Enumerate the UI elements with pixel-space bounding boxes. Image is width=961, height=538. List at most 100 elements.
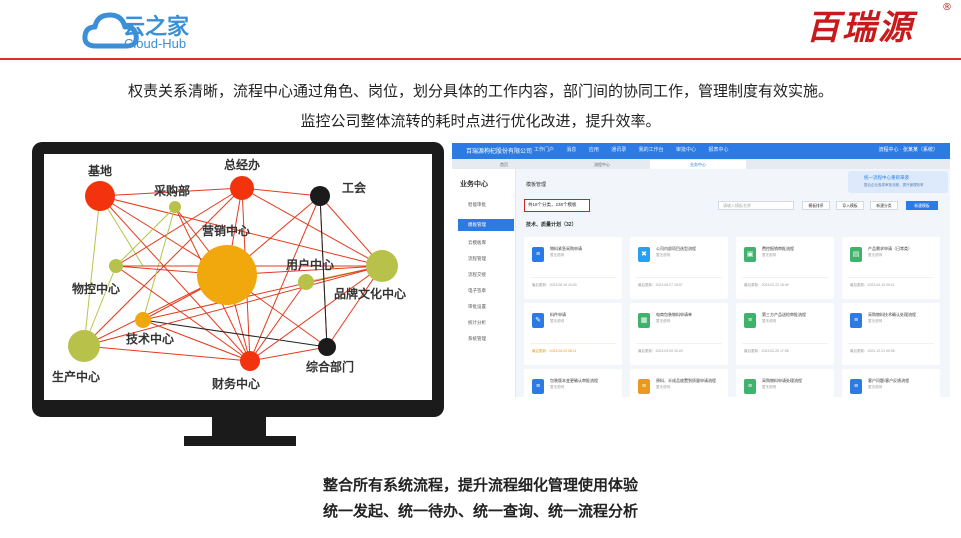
promo-banner[interactable]: 统一流程中心重磅来袭 整合企业各类审批流程，提升管理效率 bbox=[848, 171, 948, 193]
monitor-stand bbox=[212, 417, 266, 437]
sidebar-item-system-management[interactable]: 系统管理 bbox=[458, 333, 514, 345]
label-union: 工会 bbox=[342, 181, 367, 195]
node-tech bbox=[135, 312, 151, 328]
doc-icon: ≡ bbox=[638, 379, 650, 394]
new-category-button[interactable]: 新建分类 bbox=[870, 201, 898, 210]
sidebar-item-smart-approval[interactable]: 智能审批 bbox=[458, 199, 514, 211]
template-card-updated: 最后更新：2023.06.07 15:57 bbox=[638, 283, 683, 287]
template-card-name: 公司内部项目选型流程 bbox=[656, 246, 696, 251]
template-card[interactable]: ✖ 公司内部项目选型流程 暂无说明 最后更新：2023.06.07 15:57 bbox=[630, 237, 728, 299]
top-nav-item[interactable]: 我的工作台 bbox=[639, 147, 664, 153]
doc-icon: ≡ bbox=[850, 379, 862, 394]
card-divider bbox=[848, 277, 934, 278]
top-nav-item[interactable]: 通讯录 bbox=[611, 147, 626, 153]
template-card-description: 暂无说明 bbox=[550, 385, 564, 389]
template-card-name: 电商包装物料申请单 bbox=[656, 312, 692, 317]
app-sidebar: 业务中心 智能审批 模板管理 云模板库 流程管理 流程交接 电子签章 审批设置 … bbox=[452, 169, 516, 397]
template-card-description: 暂无说明 bbox=[762, 253, 776, 257]
department-network-diagram bbox=[68, 176, 398, 371]
intro-line-1: 权责关系清晰，流程中心通过角色、岗位，划分具体的工作内容，部门间的协同工作，管理… bbox=[127, 82, 833, 100]
card-divider bbox=[530, 343, 616, 344]
tab-home[interactable]: 首页 bbox=[482, 160, 526, 169]
template-search-input[interactable]: 请输入模板名称 bbox=[718, 201, 794, 210]
top-nav-item[interactable]: 审批中心 bbox=[676, 147, 696, 153]
template-card-name: 第三方产品送检审批流程 bbox=[762, 312, 806, 317]
template-card[interactable]: ≡ 包装版本变更确认审批流程 暂无说明 bbox=[524, 369, 622, 397]
template-card[interactable]: ≡ 客户问题/客户反馈流程 暂无说明 bbox=[842, 369, 940, 397]
template-card-updated: 最后更新：2021.12.21 09:55 bbox=[850, 349, 895, 353]
summary-line-1: 整合所有系统流程，提升流程细化管理使用体验 bbox=[322, 476, 638, 494]
template-card-description: 暂无说明 bbox=[868, 385, 882, 389]
partner-logo: 百瑞源 bbox=[806, 8, 914, 48]
template-card-description: 暂无说明 bbox=[762, 385, 776, 389]
sidebar-item-process-management[interactable]: 流程管理 bbox=[458, 253, 514, 265]
template-card[interactable]: ≡ 第三方产品送检审批流程 暂无说明 最后更新：2023.02.20 17:05 bbox=[736, 303, 834, 365]
top-nav-item[interactable]: 报表中心 bbox=[708, 147, 728, 153]
sort-templates-button[interactable]: 模板排序 bbox=[802, 201, 830, 210]
briefcase-icon: ▤ bbox=[850, 247, 862, 262]
template-card-name: 物料紧急采购申请 bbox=[550, 246, 582, 251]
sidebar-item-approval-settings[interactable]: 审批设置 bbox=[458, 301, 514, 313]
top-nav-item[interactable]: 工作门户 bbox=[534, 147, 554, 153]
sidebar-item-process-handover[interactable]: 流程交接 bbox=[458, 269, 514, 281]
node-user bbox=[298, 274, 314, 290]
pen-icon: ✎ bbox=[532, 313, 544, 328]
tab-business-center[interactable]: 业务中心 bbox=[650, 160, 746, 169]
label-logistics: 物控中心 bbox=[72, 282, 121, 296]
template-card[interactable]: ≡ 原料、半成品放置到质量申请流程 暂无说明 bbox=[630, 369, 728, 397]
template-card[interactable]: ✎ 料件申请 暂无说明 最近更新：2023.06.20 08:11 bbox=[524, 303, 622, 365]
app-user-menu[interactable]: 流程中心 · 张某某（系统） bbox=[879, 146, 938, 153]
sidebar-item-e-signature[interactable]: 电子签章 bbox=[458, 285, 514, 297]
card-divider bbox=[636, 343, 722, 344]
process-center-app-screenshot: 百瑞源枸杞股份有限公司 工作门户 消息 应用 通讯录 我的工作台 审批中心 报表… bbox=[452, 143, 950, 397]
app-tabbar: 首页 流程中心 业务中心 bbox=[452, 159, 950, 169]
label-general: 综合部门 bbox=[306, 360, 355, 374]
banner-subtitle: 整合企业各类审批流程，提升管理效率 bbox=[864, 183, 924, 187]
card-divider bbox=[742, 277, 828, 278]
template-card-updated: 最后更新：2023.02.22 16:49 bbox=[744, 283, 789, 287]
page-header: 云之家 Cloud-Hub 百瑞源 ® bbox=[0, 0, 961, 60]
label-marketing: 营销中心 bbox=[202, 224, 251, 238]
template-card[interactable]: ≡ 物料紧急采购申请 暂无说明 最后更新：2023.06.19 10:00 bbox=[524, 237, 622, 299]
template-card-name: 采购物料申请处理流程 bbox=[762, 378, 802, 383]
template-card-description: 暂无说明 bbox=[656, 385, 670, 389]
car-icon: ▣ bbox=[744, 247, 756, 262]
label-purchasing: 采购部 bbox=[154, 184, 191, 198]
node-purchasing bbox=[169, 201, 181, 213]
app-main-panel: 模板管理 统一流程中心重磅来袭 整合企业各类审批流程，提升管理效率 共18个分类… bbox=[518, 169, 950, 397]
template-card-updated: 最后更新：2023.02.20 17:05 bbox=[744, 349, 789, 353]
label-finance: 财务中心 bbox=[212, 377, 261, 391]
template-card[interactable]: ▤ 产品需求申请（日常类） 暂无说明 最后更新：2023.04.19 09:11 bbox=[842, 237, 940, 299]
doc-icon: ≡ bbox=[532, 379, 544, 394]
template-card[interactable]: ▣ 费控报销审批流程 暂无说明最后更新：2023.02.22 16:49 bbox=[736, 237, 834, 299]
sidebar-item-cloud-templates[interactable]: 云模板库 bbox=[458, 237, 514, 249]
template-card[interactable]: ▦ 电商包装物料申请单 暂无说明最后更新：2023.03.09 15:20 bbox=[630, 303, 728, 365]
template-card-name: 费控报销审批流程 bbox=[762, 246, 794, 251]
new-template-button[interactable]: 新建模板 bbox=[906, 201, 938, 210]
label-base: 基地 bbox=[88, 164, 113, 178]
box-icon: ▦ bbox=[638, 313, 650, 328]
app-company-name: 百瑞源枸杞股份有限公司 bbox=[466, 149, 533, 155]
template-card-updated: 最后更新：2023.03.09 15:20 bbox=[638, 349, 683, 353]
card-divider bbox=[636, 277, 722, 278]
sidebar-item-template-management[interactable]: 模板管理 bbox=[458, 219, 514, 231]
tab-process-center[interactable]: 流程中心 bbox=[580, 160, 624, 169]
top-nav-item[interactable]: 消息 bbox=[566, 147, 576, 153]
template-card-description: 暂无说明 bbox=[656, 319, 670, 323]
template-card-description: 暂无说明 bbox=[550, 319, 564, 323]
monitor-base bbox=[184, 436, 296, 446]
sidebar-item-statistics[interactable]: 统计分析 bbox=[458, 317, 514, 329]
brand-name-en: Cloud-Hub bbox=[124, 36, 187, 51]
intro-line-2: 监控公司整体流转的耗时点进行优化改进，提升效率。 bbox=[300, 112, 661, 130]
monitor-screen: 基地 总经办 采购部 工会 营销中心 用户中心 物控中心 品牌文化中心 技术中心… bbox=[44, 154, 432, 400]
template-card[interactable]: ≡ 采购物料申请处理流程 暂无说明 bbox=[736, 369, 834, 397]
registered-mark: ® bbox=[942, 2, 952, 13]
node-marketing bbox=[197, 245, 257, 305]
template-card[interactable]: ≡ 采购物料技术确认处理流程 暂无说明 最后更新：2021.12.21 09:55 bbox=[842, 303, 940, 365]
sidebar-title: 业务中心 bbox=[460, 181, 488, 188]
import-template-button[interactable]: 导入模板 bbox=[836, 201, 864, 210]
template-card-name: 采购物料技术确认处理流程 bbox=[868, 312, 916, 317]
card-divider bbox=[742, 343, 828, 344]
top-nav-item[interactable]: 应用 bbox=[589, 147, 599, 153]
label-gm: 总经办 bbox=[224, 158, 261, 172]
